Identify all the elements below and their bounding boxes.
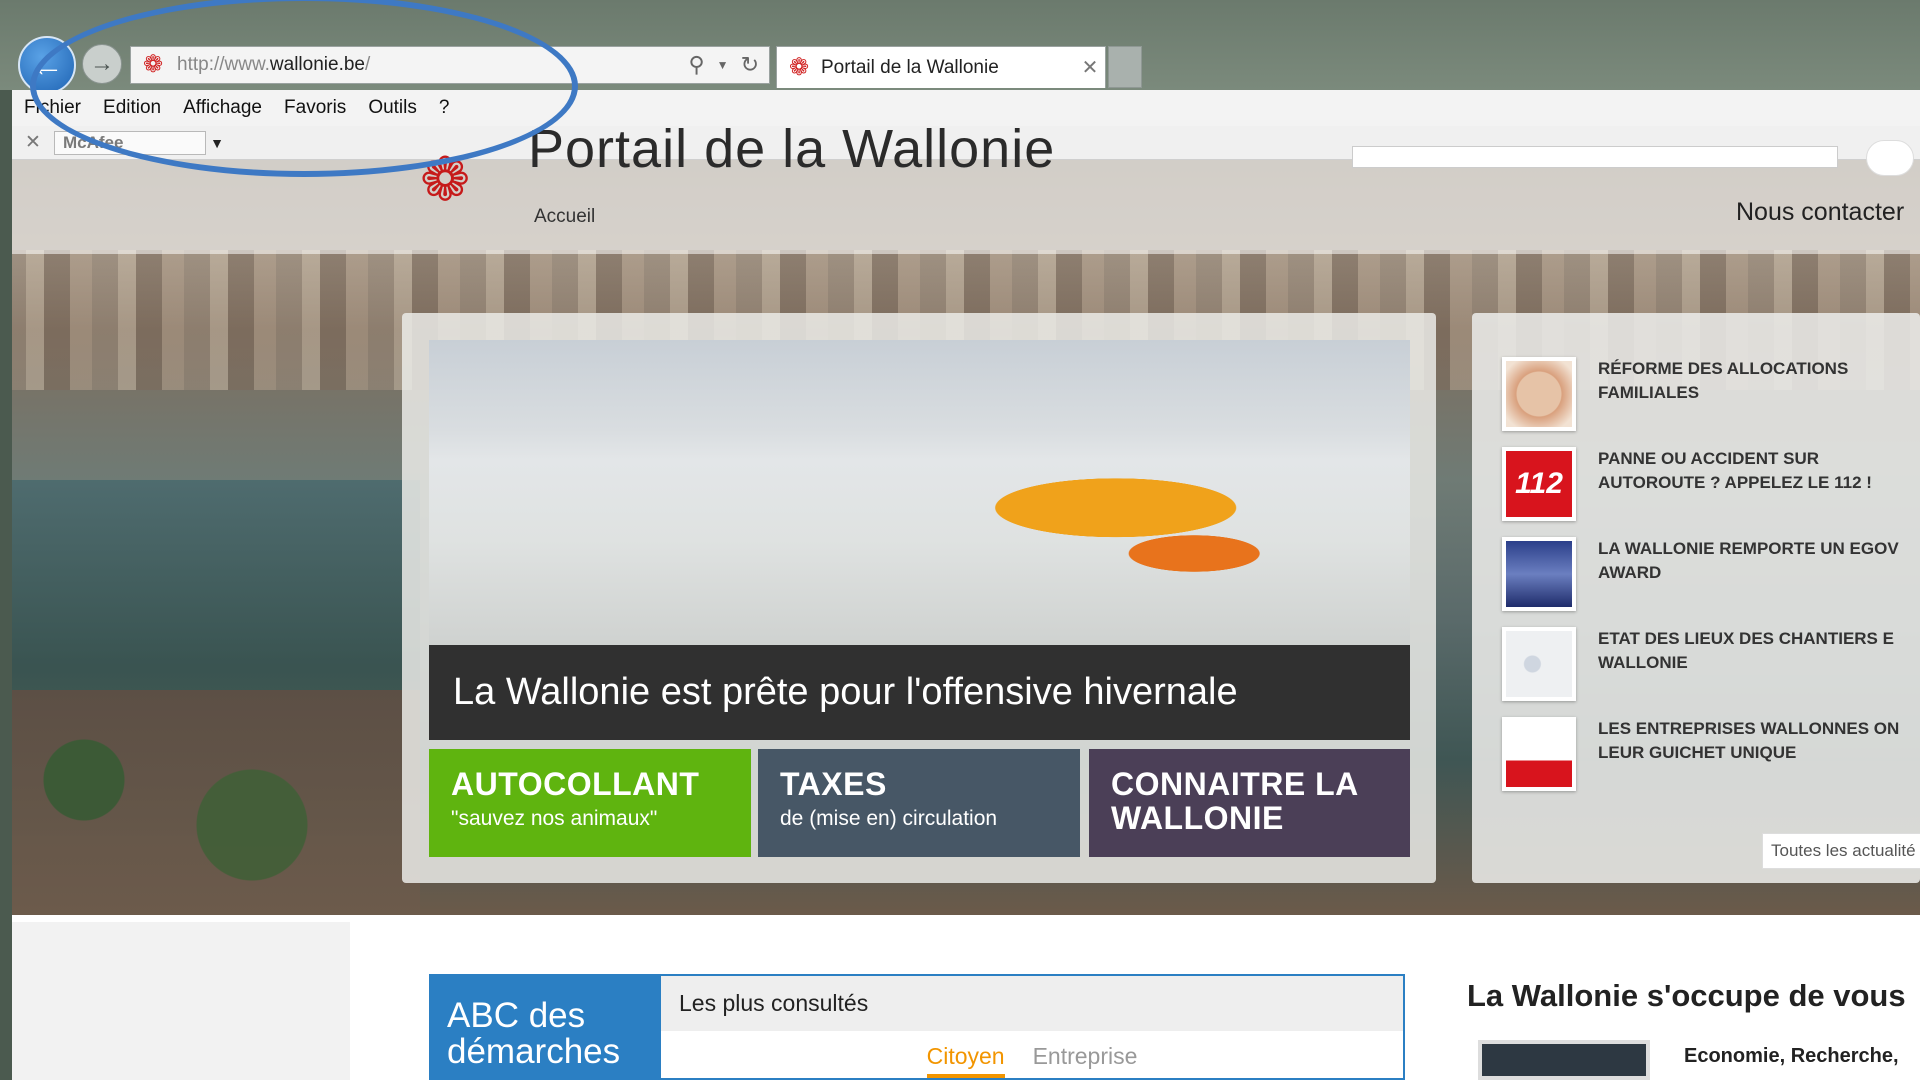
site-search-input[interactable] <box>1352 146 1838 168</box>
tab-title: Portail de la Wallonie <box>821 56 999 78</box>
back-button[interactable]: ← <box>18 36 76 94</box>
site-favicon-icon: ❁ <box>142 51 164 78</box>
forward-button[interactable]: → <box>82 44 122 84</box>
refresh-icon[interactable]: ↻ <box>741 52 759 78</box>
menu-outils[interactable]: Outils <box>368 97 417 119</box>
menu-affichage[interactable]: Affichage <box>183 97 262 119</box>
abc-demarches-block[interactable]: ABC des démarches <box>429 974 661 1080</box>
news-title: LA WALLONIE REMPORTE UN EGOV AWARD <box>1598 539 1899 582</box>
window-frame <box>0 90 12 1080</box>
news-item[interactable]: LA WALLONIE REMPORTE UN EGOV AWARD <box>1502 537 1920 615</box>
news-thumbnail: 112 <box>1502 447 1576 521</box>
news-item[interactable]: ETAT DES LIEUX DES CHANTIERS E WALLONIE <box>1502 627 1920 705</box>
menu-favoris[interactable]: Favoris <box>284 97 346 119</box>
hero-panel: La Wallonie est prête pour l'offensive h… <box>402 313 1436 883</box>
tile-title: TAXES <box>780 766 887 802</box>
most-consulted-title: Les plus consultés <box>661 976 1403 1031</box>
section-item-label[interactable]: Economie, Recherche, <box>1684 1045 1899 1068</box>
new-tab-button[interactable] <box>1108 46 1142 88</box>
tab-entreprise[interactable]: Entreprise <box>1033 1043 1138 1078</box>
dropdown-icon[interactable]: ▼ <box>717 58 729 72</box>
search-icon[interactable]: ⚲ <box>689 52 705 78</box>
hero-caption[interactable]: La Wallonie est prête pour l'offensive h… <box>429 645 1410 740</box>
breadcrumb-accueil[interactable]: Accueil <box>534 206 595 228</box>
news-title: RÉFORME DES ALLOCATIONS FAMILIALES <box>1598 359 1849 402</box>
news-title: ETAT DES LIEUX DES CHANTIERS E WALLONIE <box>1598 629 1894 672</box>
wallonie-rooster-logo[interactable]: ❁ <box>420 150 510 210</box>
news-item[interactable]: 112 PANNE OU ACCIDENT SUR AUTOROUTE ? AP… <box>1502 447 1920 525</box>
tile-connaitre-wallonie[interactable]: CONNAITRE LA WALLONIE <box>1089 749 1410 857</box>
mcafee-label: McAfee <box>63 132 124 152</box>
site-search-button[interactable] <box>1866 140 1914 176</box>
news-thumbnail <box>1502 537 1576 611</box>
menu-fichier[interactable]: Fichier <box>24 97 81 119</box>
url-text[interactable]: http://www.wallonie.be/ <box>177 54 689 76</box>
close-icon[interactable]: ✕ <box>12 131 54 154</box>
hero-caption-text: La Wallonie est prête pour l'offensive h… <box>453 671 1238 713</box>
news-thumbnail <box>1502 627 1576 701</box>
close-tab-icon[interactable]: ✕ <box>1075 55 1105 80</box>
tab-citoyen[interactable]: Citoyen <box>926 1043 1005 1078</box>
tile-taxes[interactable]: TAXES de (mise en) circulation <box>758 749 1080 857</box>
lower-left-panel <box>12 922 350 1080</box>
address-bar[interactable]: ❁ http://www.wallonie.be/ ⚲ ▼ ↻ <box>130 46 770 84</box>
news-item[interactable]: LES ENTREPRISES WALLONNES ON LEUR GUICHE… <box>1502 717 1920 795</box>
news-thumbnail <box>1502 717 1576 791</box>
tile-title: CONNAITRE LA WALLONIE <box>1111 766 1358 836</box>
tile-subtitle: "sauvez nos animaux" <box>451 807 658 830</box>
news-item[interactable]: RÉFORME DES ALLOCATIONS FAMILIALES <box>1502 357 1920 435</box>
most-consulted-panel: Les plus consultés Citoyen Entreprise <box>661 974 1405 1080</box>
contact-link[interactable]: Nous contacter <box>1736 198 1904 227</box>
section-thumbnail[interactable] <box>1478 1040 1650 1080</box>
chevron-down-icon[interactable]: ▼ <box>206 135 228 151</box>
tile-title: AUTOCOLLANT <box>451 766 700 802</box>
thumb-112-label: 112 <box>1515 467 1563 500</box>
arrow-right-icon: → <box>90 50 114 77</box>
tab-favicon-icon: ❁ <box>788 53 810 81</box>
section-title: La Wallonie s'occupe de vous <box>1467 978 1906 1013</box>
all-news-link[interactable]: Toutes les actualité <box>1762 833 1920 869</box>
news-panel: RÉFORME DES ALLOCATIONS FAMILIALES 112 P… <box>1472 313 1920 883</box>
background-trees <box>0 690 420 915</box>
menu-edition[interactable]: Edition <box>103 97 161 119</box>
arrow-left-icon: ← <box>30 45 64 84</box>
site-title: Portail de la Wallonie <box>528 119 1056 179</box>
tile-autocollant[interactable]: AUTOCOLLANT "sauvez nos animaux" <box>429 749 751 857</box>
tile-subtitle: de (mise en) circulation <box>780 807 998 830</box>
browser-tab[interactable]: ❁ Portail de la Wallonie ✕ <box>776 46 1106 88</box>
mcafee-button[interactable]: McAfee <box>54 130 206 155</box>
menu-help[interactable]: ? <box>439 97 450 119</box>
news-thumbnail <box>1502 357 1576 431</box>
news-title: LES ENTREPRISES WALLONNES ON LEUR GUICHE… <box>1598 719 1900 762</box>
news-title: PANNE OU ACCIDENT SUR AUTOROUTE ? APPELE… <box>1598 449 1872 492</box>
hero-image[interactable] <box>429 340 1410 645</box>
